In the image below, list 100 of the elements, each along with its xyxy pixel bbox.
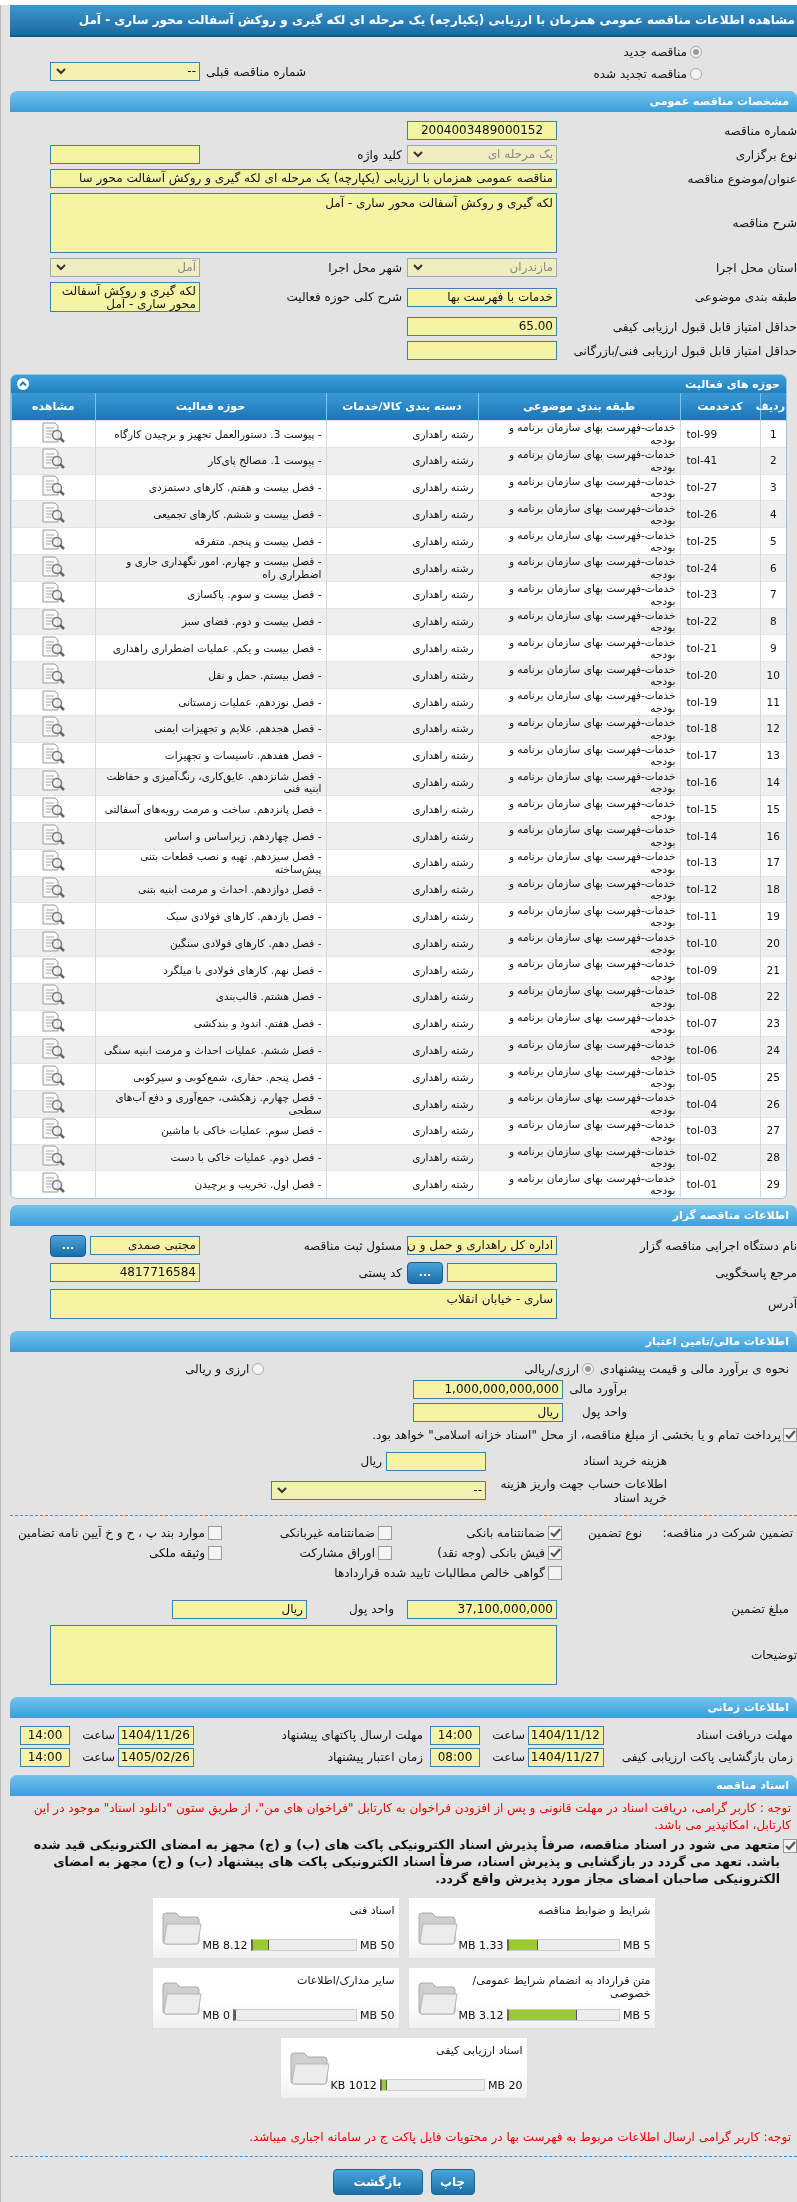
dropdown[interactable]: -- bbox=[50, 62, 200, 81]
text-area[interactable]: ساری - خیابان انقلاب bbox=[50, 1288, 557, 1319]
document-search-icon[interactable] bbox=[40, 770, 67, 792]
document-search-icon[interactable] bbox=[40, 930, 67, 953]
collapse-icon[interactable] bbox=[17, 378, 29, 390]
column-header[interactable]: طبقه بندی موضوعی bbox=[478, 393, 680, 421]
text-field[interactable]: 37,100,000,000 bbox=[407, 1599, 557, 1619]
document-search-icon[interactable] bbox=[40, 1172, 67, 1195]
browse-button[interactable]: ... bbox=[50, 1234, 86, 1257]
document-search-icon[interactable] bbox=[40, 984, 67, 1007]
table-cell: خدمات-فهرست بهای سازمان برنامه و بودجه bbox=[478, 608, 680, 635]
document-search-icon[interactable] bbox=[40, 957, 67, 980]
dropdown[interactable]: -- bbox=[271, 1481, 486, 1501]
checkbox[interactable] bbox=[378, 1525, 392, 1540]
table-cell: tol-14 bbox=[680, 822, 760, 850]
text-field[interactable] bbox=[407, 341, 557, 360]
time-field[interactable]: 14:00 bbox=[20, 1747, 70, 1767]
text-field[interactable]: 2004003489000152 bbox=[407, 121, 557, 140]
field-label: واحد پول bbox=[581, 1405, 627, 1420]
document-search-icon[interactable] bbox=[40, 636, 67, 658]
document-search-icon[interactable] bbox=[40, 823, 67, 846]
document-search-icon[interactable] bbox=[40, 582, 67, 605]
document-search-icon[interactable] bbox=[40, 1091, 67, 1114]
text-field[interactable] bbox=[447, 1263, 557, 1283]
column-header[interactable]: دسته بندی کالا/خدمات bbox=[326, 393, 478, 421]
document-search-icon[interactable] bbox=[40, 1037, 67, 1060]
text-field[interactable]: اداره کل راهداری و حمل و ن bbox=[407, 1236, 557, 1256]
radio-label: مناقصه تجدید شده bbox=[593, 67, 687, 81]
document-search-icon[interactable] bbox=[40, 475, 67, 498]
radio-button[interactable] bbox=[690, 46, 702, 58]
field-label: طبقه بندی موضوعی bbox=[693, 290, 797, 304]
text-field[interactable] bbox=[386, 1451, 486, 1471]
document-search-icon[interactable] bbox=[40, 743, 67, 766]
document-search-icon[interactable] bbox=[40, 448, 67, 471]
time-field[interactable]: 14:00 bbox=[20, 1725, 70, 1745]
document-search-icon[interactable] bbox=[40, 421, 67, 444]
browse-button[interactable]: ... bbox=[407, 1261, 443, 1284]
radio-button[interactable] bbox=[582, 1362, 595, 1375]
text-field[interactable]: مجتبی صمدی bbox=[90, 1236, 200, 1256]
table-cell: خدمات-فهرست بهای سازمان برنامه و بودجه bbox=[478, 929, 680, 957]
document-search-icon[interactable] bbox=[40, 1145, 67, 1168]
text-area[interactable]: لکه گیری و روکش آسفالت محور ساری - آمل bbox=[50, 282, 200, 312]
document-search-icon[interactable] bbox=[40, 796, 67, 819]
document-search-icon[interactable] bbox=[40, 716, 67, 739]
document-search-icon[interactable] bbox=[40, 609, 67, 632]
document-search-icon[interactable] bbox=[40, 1064, 67, 1087]
checkbox[interactable] bbox=[208, 1545, 222, 1560]
checkbox[interactable] bbox=[548, 1525, 562, 1540]
field-label: نحوه ی برآورد مالی و قیمت پیشنهادی bbox=[600, 1361, 789, 1376]
checkbox-label: ضمانتنامه بانکی bbox=[466, 1525, 545, 1540]
document-search-icon[interactable] bbox=[40, 502, 67, 525]
table-cell: رشته راهداری bbox=[326, 768, 478, 796]
text-area[interactable] bbox=[50, 1624, 557, 1685]
time-field[interactable]: 14:00 bbox=[430, 1725, 480, 1745]
date-field[interactable]: 1404/11/27 bbox=[528, 1747, 604, 1767]
table-cell: tol-10 bbox=[680, 929, 760, 957]
text-field[interactable]: 65.00 bbox=[407, 317, 557, 336]
text-field[interactable]: 1,000,000,000,000 bbox=[413, 1379, 563, 1399]
checkbox[interactable] bbox=[783, 1838, 797, 1853]
table-cell: 29 bbox=[760, 1170, 786, 1198]
checkbox[interactable] bbox=[548, 1545, 562, 1560]
column-header[interactable]: حوزه فعالیت bbox=[95, 393, 326, 421]
table-cell: - فصل بیست و دوم. فضای سبز bbox=[95, 608, 326, 635]
table-cell: tol-20 bbox=[680, 661, 760, 689]
field-label: ساعت bbox=[81, 1750, 115, 1765]
document-search-icon[interactable] bbox=[40, 555, 67, 578]
checkbox[interactable] bbox=[548, 1565, 562, 1580]
document-search-icon[interactable] bbox=[40, 689, 67, 712]
file-title: اسناد ارزیابی کیفی bbox=[435, 2043, 523, 2057]
document-search-icon[interactable] bbox=[40, 528, 67, 551]
document-search-icon[interactable] bbox=[40, 850, 67, 873]
radio-button[interactable] bbox=[252, 1362, 265, 1375]
text-field[interactable]: ریال bbox=[172, 1599, 307, 1619]
print-button[interactable]: چاپ bbox=[430, 2168, 475, 2195]
radio-button[interactable] bbox=[690, 68, 702, 80]
text-area[interactable]: لکه گیری و روکش آسفالت محور ساری - آمل bbox=[50, 193, 557, 253]
text-field[interactable]: 4817716584 bbox=[50, 1263, 200, 1283]
document-search-icon[interactable] bbox=[40, 904, 67, 926]
document-search-icon[interactable] bbox=[40, 1118, 67, 1141]
table-cell: - فصل دهم. کارهای فولادی سنگین bbox=[95, 929, 326, 957]
text-field[interactable]: خدمات با فهرست بها bbox=[407, 287, 557, 307]
document-search-icon[interactable] bbox=[40, 662, 67, 685]
date-field[interactable]: 1404/11/12 bbox=[528, 1725, 604, 1745]
back-button[interactable]: بازگشت bbox=[332, 2168, 423, 2195]
checkbox-label: وثیقه ملکی bbox=[148, 1545, 205, 1560]
checkbox[interactable] bbox=[783, 1427, 797, 1442]
field-label: عنوان/موضوع مناقصه bbox=[686, 171, 797, 186]
table-cell: رشته راهداری bbox=[326, 1170, 478, 1198]
time-field[interactable]: 08:00 bbox=[430, 1747, 480, 1767]
column-header[interactable]: مشاهده bbox=[11, 393, 95, 421]
date-field[interactable]: 1404/11/26 bbox=[118, 1725, 194, 1745]
text-field[interactable] bbox=[50, 145, 200, 164]
text-field[interactable]: مناقصه عمومی همزمان با ارزیابی (یکپارچه) یک مرحله ای لکه گیری و روکش آسفالت محور سا bbox=[50, 169, 557, 188]
date-field[interactable]: 1405/02/26 bbox=[118, 1747, 194, 1767]
checkbox[interactable] bbox=[208, 1525, 222, 1540]
document-search-icon[interactable] bbox=[40, 1011, 67, 1034]
checkbox[interactable] bbox=[378, 1545, 392, 1560]
text-field[interactable]: ریال bbox=[413, 1402, 563, 1422]
table-cell: - فصل بیست و چهارم. امور نگهداری جاری و اضطراری راه bbox=[95, 554, 326, 582]
document-search-icon[interactable] bbox=[40, 877, 67, 900]
